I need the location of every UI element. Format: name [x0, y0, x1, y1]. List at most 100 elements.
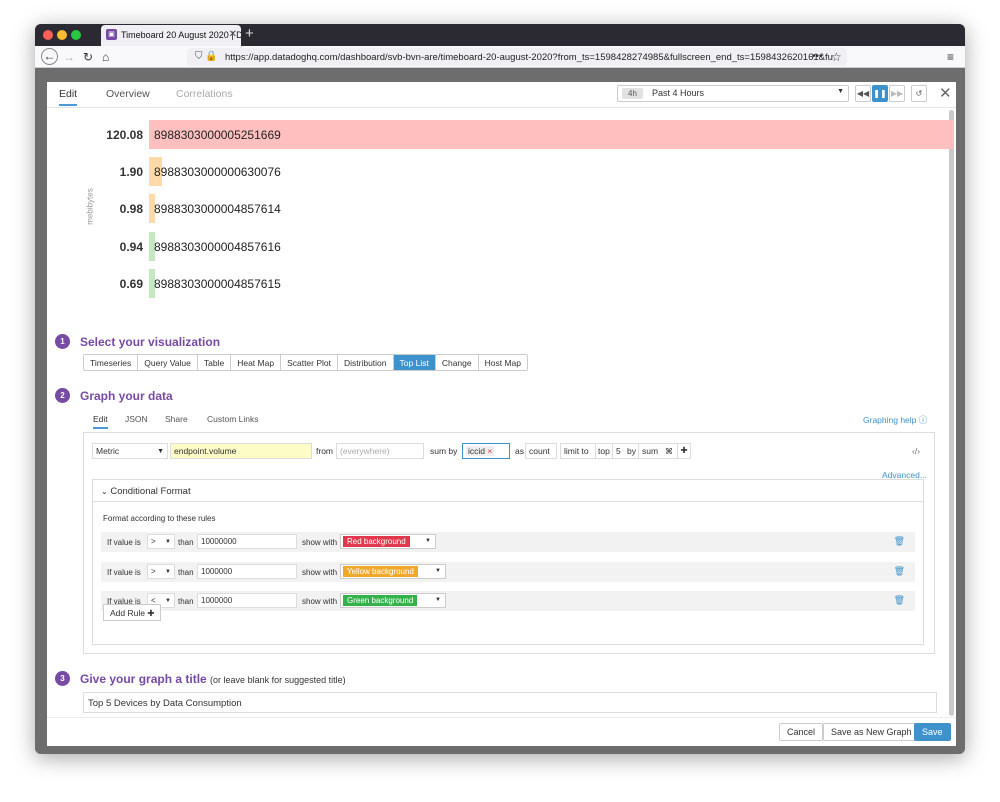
graph-tab-json[interactable]: JSON: [125, 414, 148, 424]
rule-operator-select[interactable]: > ▼: [147, 563, 175, 579]
tab-edit[interactable]: Edit: [59, 88, 78, 106]
viz-timeseries-button[interactable]: Timeseries: [84, 355, 139, 370]
code-toggle-icon[interactable]: ‹/›: [912, 446, 920, 456]
toplist-value: 120.08: [106, 128, 143, 142]
chevron-down-icon: ▼: [165, 539, 171, 545]
rule-value-input[interactable]: 10000000: [197, 534, 297, 549]
trash-icon[interactable]: 🗑: [894, 566, 905, 577]
metric-input[interactable]: endpoint.volume: [170, 443, 312, 459]
save-as-new-graph-button[interactable]: Save as New Graph: [823, 723, 920, 741]
by-select[interactable]: sum: [638, 444, 661, 458]
viz-top-list-button[interactable]: Top List: [393, 355, 436, 370]
viz-change-button[interactable]: Change: [436, 355, 479, 370]
maximize-window-button[interactable]: [71, 30, 81, 40]
toplist-label: 8988303000004857614: [154, 202, 281, 217]
home-icon[interactable]: ⌂: [102, 49, 109, 65]
forward-arrow-icon[interactable]: →: [63, 49, 75, 65]
add-function-button[interactable]: ✚: [677, 443, 691, 459]
tab-correlations[interactable]: Correlations: [176, 88, 233, 100]
graphing-help-link[interactable]: Graphing help ⓘ: [863, 414, 927, 426]
as-select[interactable]: count: [525, 443, 557, 459]
viz-distribution-button[interactable]: Distribution: [338, 355, 394, 370]
back-arrow-icon[interactable]: ←: [41, 48, 58, 65]
viz-host-map-button[interactable]: Host Map: [479, 355, 527, 370]
url-bar[interactable]: ⛉ 🔒 https://app.datadoghq.com/dashboard/…: [187, 48, 847, 66]
toplist-preview: mebibytes 120.08 8988303000005251669 1.90 8…: [73, 120, 954, 310]
close-window-button[interactable]: [43, 30, 53, 40]
trash-icon[interactable]: 🗑: [894, 536, 905, 547]
browser-tab-bar: ▣ Timeboard 20 August 2020 | Da ✕ +: [35, 24, 965, 46]
limit-n-input[interactable]: 5: [612, 444, 624, 458]
graph-tab-edit[interactable]: Edit: [93, 414, 108, 429]
toplist-value: 0.98: [119, 202, 143, 217]
conditional-format-header[interactable]: ⌄ Conditional Format: [93, 480, 923, 502]
close-tab-icon[interactable]: ✕: [229, 29, 237, 40]
remove-limit-icon[interactable]: ⌘: [665, 447, 673, 456]
step-3-hint: (or leave blank for suggested title): [210, 675, 346, 685]
limit-select[interactable]: limit to top 5 by sum ⌘: [560, 443, 680, 459]
help-icon: ⓘ: [918, 415, 928, 425]
remove-tag-icon[interactable]: ×: [487, 446, 492, 456]
viz-query-value-button[interactable]: Query Value: [138, 355, 198, 370]
pause-button[interactable]: ❚❚: [872, 85, 888, 102]
rule-value-input[interactable]: 1000000: [197, 593, 297, 608]
add-rule-button[interactable]: Add Rule ✚: [103, 604, 162, 621]
toplist-value: 0.69: [119, 276, 143, 291]
graph-title-input[interactable]: Top 5 Devices by Data Consumption: [83, 692, 937, 713]
cancel-button[interactable]: Cancel: [779, 723, 824, 741]
sum-by-input[interactable]: iccid ×: [462, 443, 510, 459]
toplist-label: 8988303000004857615: [154, 276, 281, 291]
scrollbar[interactable]: [949, 110, 954, 716]
sum-by-label: sum by: [430, 446, 458, 456]
rule-palette: Green background: [343, 595, 418, 606]
new-tab-button[interactable]: +: [245, 25, 254, 42]
graph-editor-modal: Edit Overview Correlations 4h Past 4 Hou…: [47, 82, 956, 746]
limit-to-label: limit to: [564, 446, 589, 456]
minimize-window-button[interactable]: [57, 30, 67, 40]
fast-forward-button[interactable]: ▶▶: [889, 85, 905, 102]
query-type-select[interactable]: Metric ▼: [92, 443, 168, 459]
chevron-down-icon: ▼: [837, 88, 844, 95]
from-label: from: [316, 446, 333, 456]
viz-heat-map-button[interactable]: Heat Map: [231, 355, 282, 370]
conditional-format-title: Conditional Format: [110, 486, 191, 497]
chevron-down-icon: ▼: [165, 568, 171, 575]
graph-tab-share[interactable]: Share: [165, 414, 188, 424]
close-icon[interactable]: ✕: [939, 84, 952, 102]
conditional-format-description: Format according to these rules: [103, 514, 216, 523]
reload-icon[interactable]: ↻: [83, 49, 93, 65]
toplist-label: 8988303000004857616: [154, 239, 281, 254]
page-actions-icon[interactable]: •••: [812, 49, 823, 65]
save-button[interactable]: Save: [914, 723, 951, 741]
menu-icon[interactable]: ≡: [947, 49, 954, 65]
query-type-label: Metric: [96, 446, 120, 456]
rule-value-input[interactable]: 1000000: [197, 563, 297, 579]
bookmark-star-icon[interactable]: ☆: [831, 49, 842, 65]
modal-footer: Cancel Save as New Graph Save: [47, 717, 956, 746]
rule-show-label: show with: [302, 538, 338, 547]
rule-palette-select[interactable]: Red background ▼: [340, 534, 436, 549]
reset-button[interactable]: ↺: [911, 85, 927, 102]
tag-chip[interactable]: iccid ×: [466, 446, 495, 456]
time-range-label: Past 4 Hours: [652, 88, 705, 98]
rule-show-label: show with: [302, 567, 338, 577]
rule-palette-select[interactable]: Green background ▼: [340, 593, 446, 608]
toplist-value: 1.90: [119, 165, 143, 180]
toplist-label: 8988303000005251669: [154, 128, 281, 142]
by-label: by: [627, 446, 636, 456]
step-3-title-text: Give your graph a title: [80, 672, 207, 686]
time-range-select[interactable]: 4h Past 4 Hours ▼: [617, 85, 849, 102]
graph-tab-custom-links[interactable]: Custom Links: [207, 414, 259, 424]
limit-dir-select[interactable]: top: [595, 444, 612, 458]
chevron-down-icon: ▼: [425, 538, 431, 544]
rewind-button[interactable]: ◀◀: [855, 85, 871, 102]
datadog-favicon-icon: ▣: [106, 29, 117, 40]
rule-operator-select[interactable]: > ▼: [147, 534, 175, 549]
from-input[interactable]: (everywhere): [336, 443, 424, 459]
browser-tab[interactable]: ▣ Timeboard 20 August 2020 | Da ✕: [101, 25, 241, 46]
viz-scatter-plot-button[interactable]: Scatter Plot: [281, 355, 338, 370]
rule-palette-select[interactable]: Yellow background ▼: [340, 563, 446, 579]
viz-table-button[interactable]: Table: [198, 355, 232, 370]
tab-overview[interactable]: Overview: [106, 88, 150, 100]
trash-icon[interactable]: 🗑: [894, 595, 905, 606]
